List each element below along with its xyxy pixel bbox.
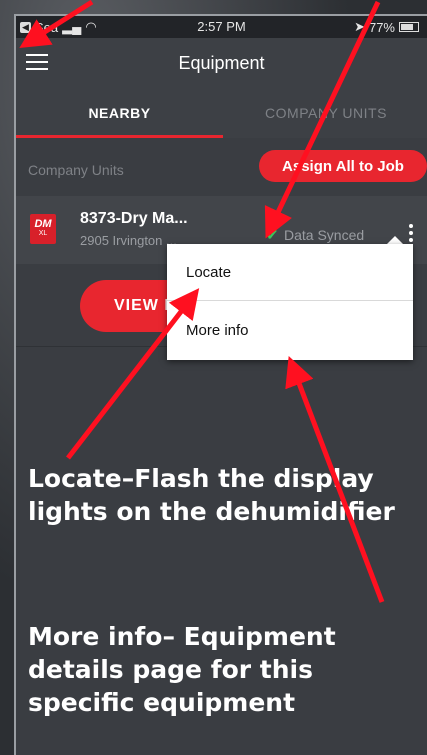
battery-icon	[399, 22, 419, 32]
section-label: Company Units	[28, 162, 124, 178]
logo-subtext: XL	[38, 230, 48, 237]
tab-bar: NEARBY COMPANY UNITS	[16, 88, 427, 138]
check-icon: ✔	[266, 227, 279, 244]
tab-company-units[interactable]: COMPANY UNITS	[223, 88, 427, 138]
annotation-locate: Locate–Flash the display lights on the d…	[28, 464, 395, 526]
popup-item-locate[interactable]: Locate	[167, 244, 413, 301]
nav-bar: Equipment	[16, 38, 427, 88]
more-options-icon[interactable]	[408, 224, 414, 242]
battery-percent: 77%	[368, 19, 395, 35]
battery-area: ➤ 77%	[354, 19, 419, 35]
annotation-more-info: More info– Equipment details page for th…	[28, 622, 336, 717]
popup-item-more-info[interactable]: More info	[167, 302, 413, 359]
logo-text: DM	[34, 218, 52, 230]
active-tab-indicator	[16, 135, 223, 138]
sync-status: Data Synced	[284, 227, 365, 243]
equipment-address: 2905 Irvington ...	[80, 233, 177, 248]
equipment-name: 8373-Dry Ma...	[80, 210, 188, 227]
page-title: Equipment	[178, 53, 265, 73]
dehumidifier-logo-icon: DM XL	[30, 214, 56, 244]
assign-all-to-job-button[interactable]: Assign All to Job	[259, 150, 427, 182]
section-header: Company Units Assign All to Job	[16, 149, 427, 193]
status-bar: ◀ Sea ▂▄ ◠ 2:57 PM ➤ 77%	[16, 16, 427, 38]
location-icon: ➤	[354, 19, 365, 34]
popup-menu: Locate More info	[167, 244, 413, 360]
tab-nearby[interactable]: NEARBY	[16, 88, 223, 138]
